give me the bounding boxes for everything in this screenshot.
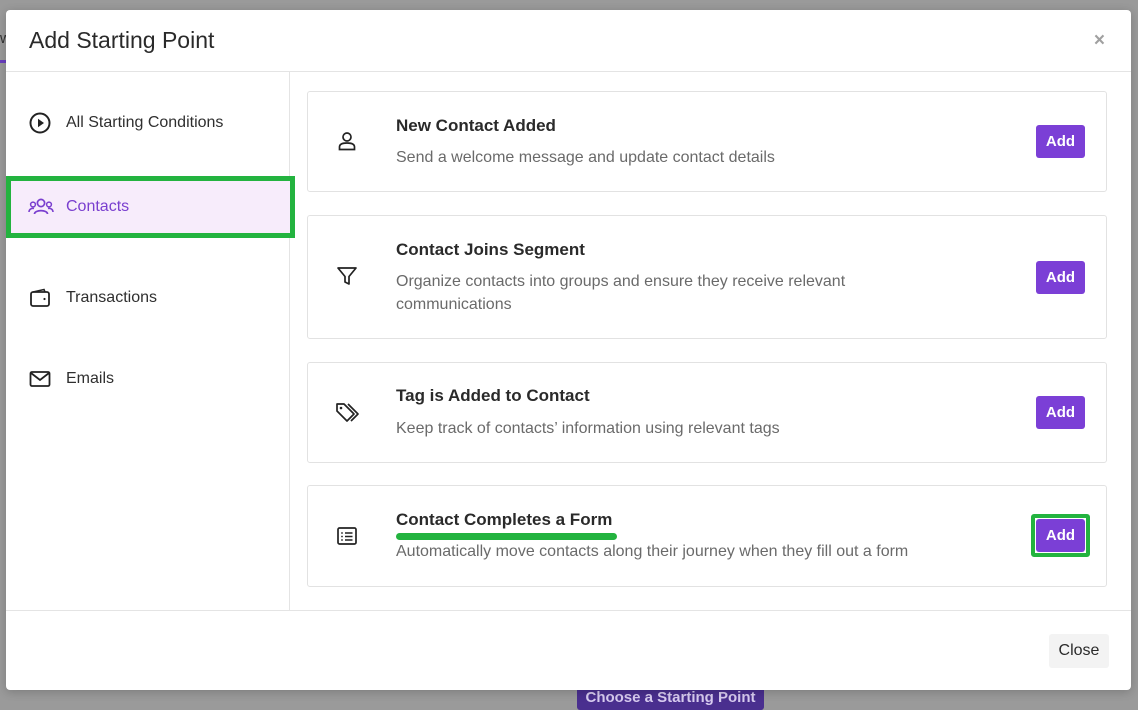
sidebar-item-label: Transactions (66, 289, 157, 306)
close-icon[interactable]: × (1094, 31, 1105, 51)
form-list-icon (335, 524, 359, 548)
modal-title: Add Starting Point (29, 27, 215, 53)
starting-point-list: New Contact Added Send a welcome message… (291, 72, 1131, 610)
sidebar-item-contacts[interactable]: Contacts (6, 176, 295, 238)
sidebar-item-label: Emails (66, 370, 115, 387)
close-button[interactable]: Close (1049, 634, 1109, 668)
users-icon (28, 195, 54, 219)
tags-icon (335, 400, 363, 424)
user-icon (335, 129, 359, 153)
card-contact-completes-form: Contact Completes a Form Automatically m… (307, 485, 1107, 587)
add-button[interactable]: Add (1036, 396, 1085, 429)
card-title: Contact Completes a Form (396, 510, 613, 529)
sidebar-item-label: Contacts (66, 198, 130, 215)
card-contact-joins-segment: Contact Joins Segment Organize contacts … (307, 215, 1107, 339)
card-description: Automatically move contacts along their … (396, 543, 909, 560)
sidebar-item-all-starting-conditions[interactable]: All Starting Conditions (6, 94, 290, 152)
add-starting-point-modal: Add Starting Point × All Starting Condit… (6, 10, 1131, 690)
add-button[interactable]: Add (1036, 261, 1085, 294)
card-description: Organize contacts into groups and ensure… (396, 273, 846, 313)
card-title: Tag is Added to Contact (396, 386, 590, 405)
play-circle-icon (28, 111, 52, 135)
card-tag-added-to-contact: Tag is Added to Contact Keep track of co… (307, 362, 1107, 463)
modal-header: Add Starting Point × (6, 10, 1131, 72)
filter-icon (335, 264, 359, 288)
modal-footer: Close (6, 610, 1131, 690)
add-button[interactable]: Add (1036, 519, 1085, 552)
card-description: Send a welcome message and update contac… (396, 149, 775, 166)
sidebar-item-emails[interactable]: Emails (6, 350, 290, 408)
title-highlight-underline (396, 533, 617, 540)
card-title: New Contact Added (396, 116, 556, 135)
card-title: Contact Joins Segment (396, 240, 585, 259)
wallet-icon (28, 286, 52, 310)
card-new-contact-added: New Contact Added Send a welcome message… (307, 91, 1107, 192)
sidebar: All Starting Conditions Contacts Transac… (6, 72, 295, 610)
sidebar-item-label: All Starting Conditions (66, 114, 224, 131)
envelope-icon (28, 367, 52, 391)
card-description: Keep track of contacts’ information usin… (396, 420, 780, 437)
sidebar-item-transactions[interactable]: Transactions (6, 269, 290, 327)
add-button[interactable]: Add (1036, 125, 1085, 158)
